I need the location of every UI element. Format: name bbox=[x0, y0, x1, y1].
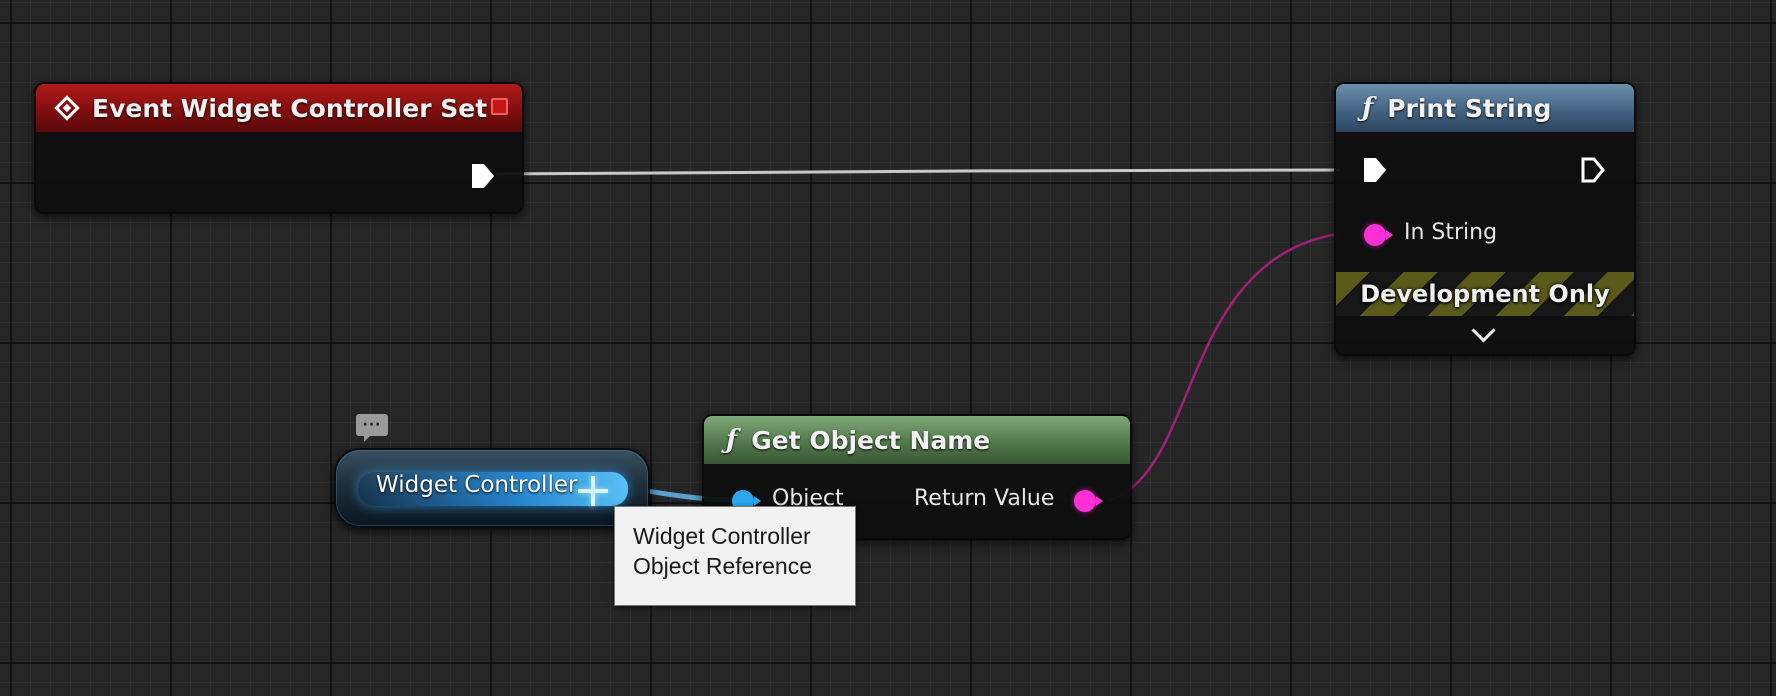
tooltip-line-1: Widget Controller bbox=[633, 523, 811, 549]
crosshair-cursor-icon bbox=[578, 476, 608, 506]
print-string-title: Print String bbox=[1387, 93, 1552, 123]
print-string-header: ƒ Print String bbox=[1336, 84, 1634, 132]
print-string-node[interactable]: ƒ Print String In String Development Onl… bbox=[1334, 82, 1636, 356]
exec-output-pin[interactable] bbox=[1580, 156, 1606, 184]
event-node-title: Event Widget Controller Set bbox=[92, 93, 488, 123]
event-node-header: Event Widget Controller Set bbox=[36, 84, 522, 132]
chevron-down-icon[interactable] bbox=[1471, 318, 1496, 343]
blueprint-graph-canvas[interactable]: Event Widget Controller Set ƒ Print Stri… bbox=[0, 0, 1776, 696]
event-diamond-icon bbox=[54, 95, 80, 121]
return-value-pin[interactable] bbox=[1074, 490, 1103, 512]
exec-input-pin[interactable] bbox=[1362, 156, 1388, 184]
get-object-name-header: ƒ Get Object Name bbox=[704, 416, 1130, 464]
event-widget-controller-set-node[interactable]: Event Widget Controller Set bbox=[34, 82, 524, 214]
return-value-label: Return Value bbox=[914, 486, 1055, 511]
comment-bubble-icon[interactable]: ··· bbox=[356, 414, 388, 442]
function-f-icon: ƒ bbox=[1362, 93, 1374, 123]
tooltip-line-2: Object Reference bbox=[633, 553, 812, 579]
widget-controller-label: Widget Controller bbox=[376, 472, 578, 498]
development-only-banner: Development Only bbox=[1336, 272, 1634, 316]
development-only-label: Development Only bbox=[1360, 280, 1610, 308]
exec-output-pin[interactable] bbox=[470, 162, 496, 190]
exec-wire[interactable] bbox=[495, 168, 1341, 176]
function-f-icon: ƒ bbox=[726, 425, 738, 455]
pin-type-tooltip: Widget Controller Object Reference bbox=[614, 506, 856, 606]
string-wire[interactable] bbox=[1109, 232, 1339, 502]
in-string-pin[interactable] bbox=[1364, 224, 1393, 246]
in-string-label: In String bbox=[1404, 220, 1498, 245]
stop-icon bbox=[491, 98, 508, 115]
get-object-name-title: Get Object Name bbox=[751, 425, 991, 455]
